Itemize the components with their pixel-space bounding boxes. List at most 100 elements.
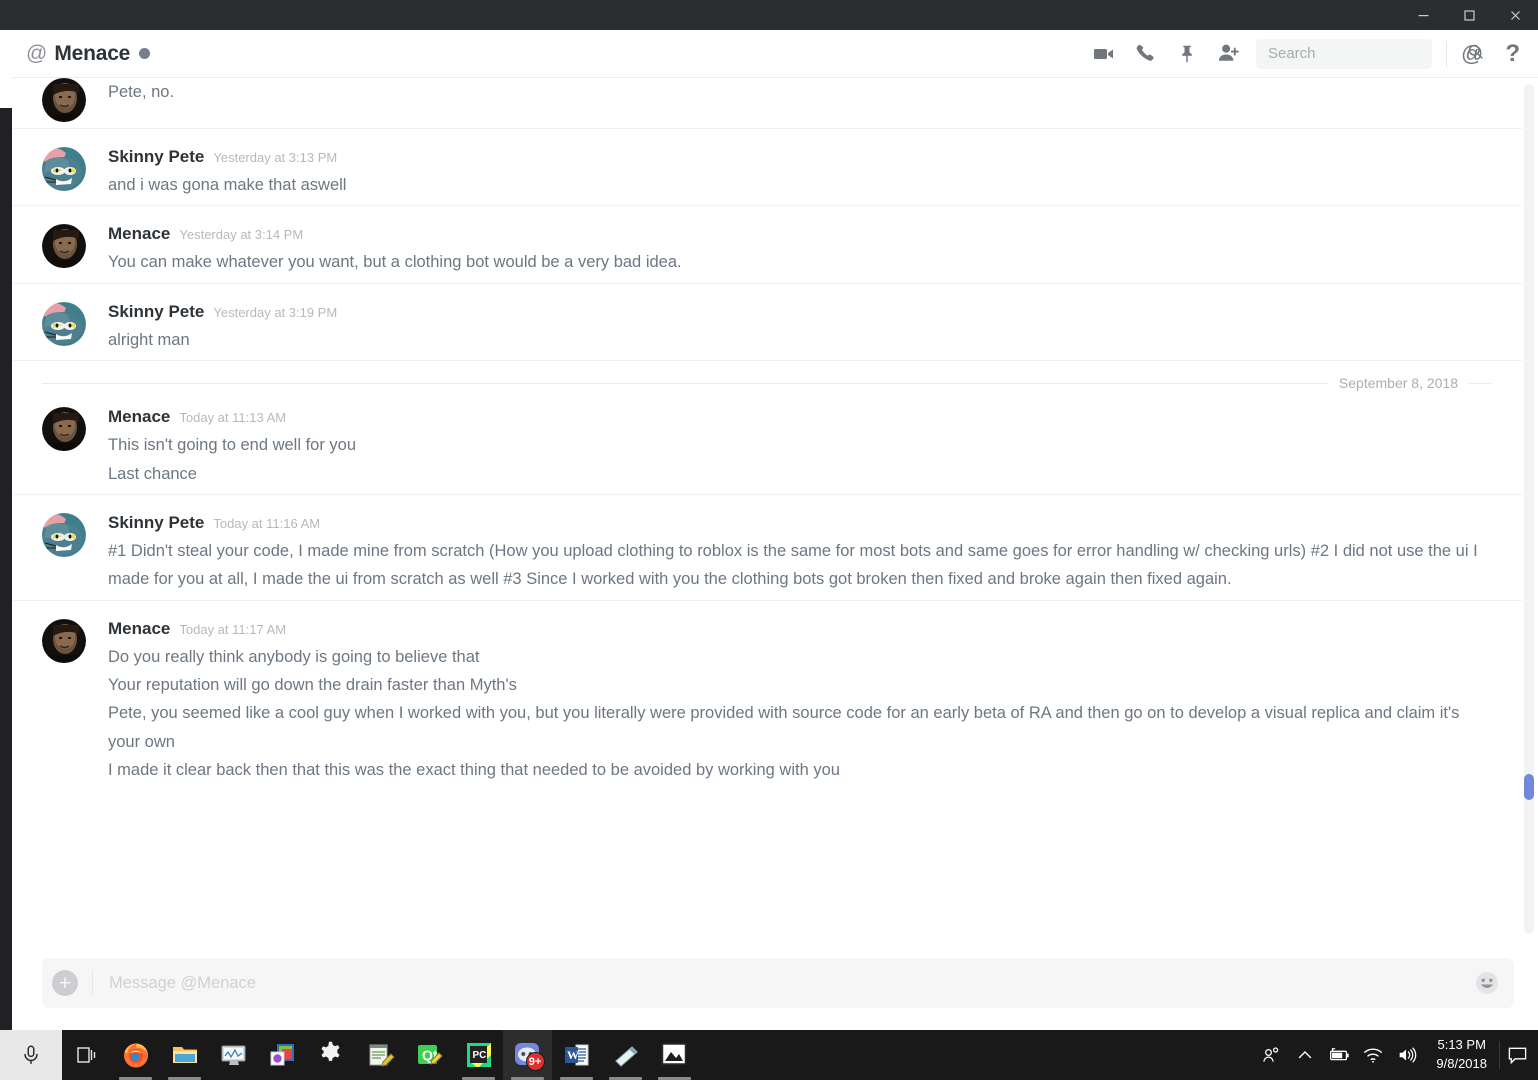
taskbar-item-pycharm-icon[interactable]: PC: [454, 1030, 503, 1080]
divider-line: [42, 382, 1329, 384]
svg-text:W: W: [567, 1048, 579, 1062]
show-hidden-icons-chevron[interactable]: [1288, 1030, 1322, 1080]
battery-icon[interactable]: [1322, 1030, 1356, 1080]
taskbar-item-settings-gear-icon[interactable]: [307, 1030, 356, 1080]
message-body: Skinny Pete Yesterday at 3:13 PM and i w…: [108, 147, 1492, 199]
system-tray: 5:13 PM 9/8/2018: [1254, 1030, 1538, 1080]
cortana-microphone-icon[interactable]: [0, 1030, 62, 1080]
date-divider: September 8, 2018: [12, 360, 1522, 403]
taskbar-item-discord-icon[interactable]: 9+: [503, 1030, 552, 1080]
message-text: Pete, you seemed like a cool guy when I …: [108, 704, 1460, 751]
message-body: Menace Today at 11:13 AM This isn't goin…: [108, 407, 1492, 488]
avatar[interactable]: [42, 618, 86, 663]
sticky-notes-icon: [611, 1040, 641, 1070]
add-person-icon[interactable]: [1217, 41, 1242, 66]
message-text: You can make whatever you want, but a cl…: [108, 253, 682, 272]
avatar[interactable]: [42, 301, 86, 346]
message-text: and i was gona make that aswell: [108, 176, 347, 194]
taskbar-clock[interactable]: 5:13 PM 9/8/2018: [1424, 1030, 1499, 1080]
qt-creator-icon: Qt: [415, 1040, 445, 1070]
avatar[interactable]: [42, 512, 86, 557]
window-maximize-button[interactable]: [1446, 0, 1492, 30]
message-author[interactable]: Menace: [108, 407, 170, 427]
message-timestamp: Yesterday at 3:19 PM: [213, 304, 338, 320]
windows-taskbar: Qt PC 9+ W 5:13 PM 9/8/2018: [0, 1030, 1538, 1080]
notification-badge: 9+: [525, 1052, 545, 1071]
message-composer[interactable]: +: [42, 958, 1514, 1008]
people-icon[interactable]: [1254, 1030, 1288, 1080]
message-timestamp: Today at 11:13 AM: [179, 410, 287, 426]
volume-icon[interactable]: [1390, 1030, 1424, 1080]
taskbar-item-qt-creator-icon[interactable]: Qt: [405, 1030, 454, 1080]
avatar[interactable]: [42, 224, 86, 269]
message-group: Pete, no.: [12, 78, 1522, 128]
message-body: Skinny Pete Today at 11:16 AM #1 Didn't …: [108, 513, 1492, 594]
taskbar-item-sticky-notes-icon[interactable]: [601, 1030, 650, 1080]
message-timestamp: Today at 11:17 AM: [179, 621, 287, 637]
message-text: Last chance: [108, 464, 197, 483]
clock-date: 9/8/2018: [1436, 1056, 1487, 1071]
taskbar-item-word-icon[interactable]: W: [552, 1030, 601, 1080]
message-text: This isn't going to end well for you: [108, 436, 357, 455]
message-author[interactable]: Menace: [108, 619, 170, 639]
task-manager-icon: [219, 1040, 249, 1070]
question-mark-icon[interactable]: ?: [1505, 41, 1520, 66]
taskbar-item-notepad-editor-icon[interactable]: [356, 1030, 405, 1080]
word-icon: W: [562, 1040, 592, 1070]
avatar[interactable]: [42, 78, 86, 122]
taskbar-item-color-app-icon[interactable]: [258, 1030, 307, 1080]
left-rail: [0, 30, 12, 1030]
composer-divider: [92, 970, 93, 996]
message-group: Skinny Pete Today at 11:16 AM #1 Didn't …: [12, 493, 1522, 600]
plus-circle-icon[interactable]: +: [52, 970, 78, 996]
action-center-icon[interactable]: [1500, 1030, 1534, 1080]
message-text: Do you really think anybody is going to …: [108, 647, 480, 666]
settings-gear-icon: [317, 1040, 347, 1070]
message-group: Skinny Pete Yesterday at 3:19 PM alright…: [12, 282, 1522, 360]
message-author[interactable]: Skinny Pete: [108, 302, 204, 322]
message-author[interactable]: Skinny Pete: [108, 513, 204, 533]
pycharm-icon: PC: [464, 1040, 494, 1070]
video-camera-icon[interactable]: [1091, 42, 1115, 66]
message-body: Menace Today at 11:17 AM Do you really t…: [108, 619, 1492, 785]
taskbar-item-file-explorer-icon[interactable]: [160, 1030, 209, 1080]
discord-icon: 9+: [513, 1040, 545, 1071]
message-text: #1 Didn't steal your code, I made mine f…: [108, 541, 1478, 589]
message-header: Skinny Pete Yesterday at 3:13 PM: [108, 147, 1492, 167]
message-timestamp: Yesterday at 3:14 PM: [179, 227, 304, 243]
avatar[interactable]: [42, 147, 86, 191]
taskbar-item-firefox-icon[interactable]: [111, 1030, 160, 1080]
file-explorer-icon: [170, 1040, 200, 1070]
window-close-button[interactable]: [1492, 0, 1538, 30]
message-group: Menace Today at 11:13 AM This isn't goin…: [12, 403, 1522, 494]
notepad-editor-icon: [366, 1040, 396, 1070]
avatar[interactable]: [42, 407, 86, 452]
photos-icon: [660, 1040, 690, 1070]
taskbar-item-photos-icon[interactable]: [650, 1030, 699, 1080]
task-view-icon[interactable]: [62, 1030, 111, 1080]
message-header: Menace Today at 11:17 AM: [108, 619, 1492, 639]
search-input[interactable]: [1267, 45, 1467, 62]
message-author[interactable]: Skinny Pete: [108, 147, 204, 167]
pin-icon[interactable]: [1176, 43, 1198, 65]
wifi-icon[interactable]: [1356, 1030, 1390, 1080]
window-minimize-button[interactable]: [1400, 0, 1446, 30]
at-symbol: @: [26, 41, 48, 65]
phone-icon[interactable]: [1134, 42, 1157, 65]
channel-title: @ Menace: [26, 41, 151, 66]
smiley-face-icon[interactable]: [1474, 970, 1500, 996]
scrollbar-thumb[interactable]: [1524, 774, 1534, 800]
message-body: Menace Yesterday at 3:14 PM You can make…: [108, 224, 1492, 276]
at-icon[interactable]: @: [1461, 42, 1483, 65]
message-header: Skinny Pete Yesterday at 3:19 PM: [108, 302, 1492, 322]
message-text: Your reputation will go down the drain f…: [108, 676, 517, 694]
message-author[interactable]: Menace: [108, 224, 170, 244]
taskbar-item-task-manager-icon[interactable]: [209, 1030, 258, 1080]
message-input[interactable]: [109, 973, 1474, 993]
search-box[interactable]: [1255, 38, 1483, 69]
message-scrollbar[interactable]: [1524, 84, 1534, 934]
window-titlebar: [0, 0, 1538, 30]
firefox-icon: [121, 1040, 151, 1070]
message-text: Pete, no.: [108, 83, 175, 101]
page-title: Menace: [54, 41, 131, 65]
